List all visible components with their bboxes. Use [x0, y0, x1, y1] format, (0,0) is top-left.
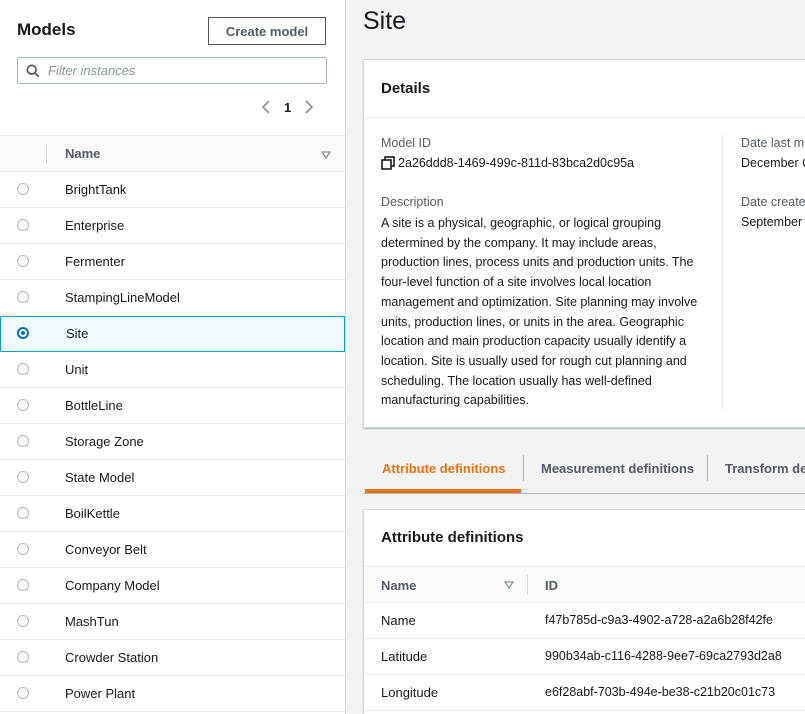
- attribute-id: f47b785d-c9a3-4902-a728-a2a6b28f42fe: [545, 613, 773, 627]
- table-row[interactable]: Longitude e6f28abf-703b-494e-be38-c21b20c…: [364, 675, 805, 711]
- list-item[interactable]: StampingLineModel: [0, 280, 345, 316]
- date-created-label: Date create: [741, 195, 805, 209]
- tabs: Attribute definitions Measurement defini…: [363, 443, 805, 494]
- radio-button[interactable]: [17, 255, 29, 267]
- radio-button[interactable]: [17, 507, 29, 519]
- models-panel: Models Create model 1 Name BrightTank Ent…: [0, 0, 346, 714]
- list-item[interactable]: State Model: [0, 460, 345, 496]
- list-item[interactable]: Storage Zone: [0, 424, 345, 460]
- description-label: Description: [381, 195, 444, 209]
- attribute-definitions-panel: Attribute definitions Name ID Name f47b78…: [363, 509, 805, 714]
- sort-down-icon[interactable]: [321, 150, 331, 160]
- details-panel: Details Model ID 2a26ddd8-1469-499c-811d…: [363, 59, 805, 428]
- list-item-label: Enterprise: [65, 218, 125, 233]
- list-item[interactable]: Site: [0, 316, 345, 352]
- create-model-button[interactable]: Create model: [208, 17, 326, 45]
- radio-button[interactable]: [17, 183, 29, 195]
- column-name-header[interactable]: Name: [65, 146, 100, 161]
- radio-button[interactable]: [17, 687, 29, 699]
- models-title: Models: [17, 20, 76, 39]
- page-number[interactable]: 1: [284, 100, 291, 115]
- list-item-label: Site: [66, 326, 89, 341]
- date-created-value: September: [741, 215, 803, 229]
- list-item[interactable]: BrightTank: [0, 172, 345, 208]
- name-column-header[interactable]: Name: [381, 578, 416, 593]
- list-item[interactable]: Company Model: [0, 568, 345, 604]
- radio-button[interactable]: [17, 651, 29, 663]
- radio-button[interactable]: [17, 579, 29, 591]
- attribute-id: e6f28abf-703b-494e-be38-c21b20c01c73: [545, 685, 776, 699]
- list-item-label: Storage Zone: [65, 434, 144, 449]
- active-tab-indicator: [365, 489, 521, 493]
- radio-button[interactable]: [17, 471, 29, 483]
- list-item[interactable]: MashTun: [0, 604, 345, 640]
- attribute-id: 990b34ab-c116-4288-9ee7-69ca2793d2a8: [545, 649, 782, 663]
- radio-button[interactable]: [17, 435, 29, 447]
- radio-button[interactable]: [17, 615, 29, 627]
- list-item[interactable]: Unit: [0, 352, 345, 388]
- list-item-label: State Model: [65, 470, 135, 485]
- model-id-value: 2a26ddd8-1469-499c-811d-83bca2d0c95a: [398, 156, 635, 170]
- radio-button[interactable]: [17, 399, 29, 411]
- list-item-label: Unit: [65, 362, 89, 377]
- list-item-label: Fermenter: [65, 254, 125, 269]
- column-divider: [46, 144, 47, 164]
- radio-button[interactable]: [17, 327, 29, 339]
- list-item[interactable]: Fermenter: [0, 244, 345, 280]
- page-title: Site: [363, 7, 407, 35]
- list-item-label: MashTun: [65, 614, 119, 629]
- date-modified-value: December C: [741, 156, 805, 170]
- list-item[interactable]: Power Plant: [0, 676, 345, 712]
- list-item-label: Company Model: [65, 578, 160, 593]
- attribute-name: Name: [381, 613, 416, 628]
- attributes-table-header: Name ID: [364, 567, 805, 603]
- radio-button[interactable]: [17, 291, 29, 303]
- list-item[interactable]: BoilKettle: [0, 496, 345, 532]
- table-row[interactable]: Latitude 990b34ab-c116-4288-9ee7-69ca2793…: [364, 639, 805, 675]
- list-item-label: Crowder Station: [65, 650, 159, 665]
- attribute-name: Longitude: [381, 685, 439, 700]
- tab-measurement-definitions[interactable]: Measurement definitions: [541, 443, 694, 493]
- list-item-label: StampingLineModel: [65, 290, 180, 305]
- list-item-label: Conveyor Belt: [65, 542, 147, 557]
- description-text: A site is a physical, geographic, or log…: [381, 216, 698, 408]
- copy-icon[interactable]: [381, 156, 395, 170]
- model-id-label: Model ID: [381, 136, 432, 150]
- list-item[interactable]: BottleLine: [0, 388, 345, 424]
- filter-field[interactable]: [17, 57, 327, 84]
- radio-button[interactable]: [17, 363, 29, 375]
- tab-attribute-definitions[interactable]: Attribute definitions: [382, 443, 506, 493]
- search-icon: [26, 63, 40, 77]
- list-item[interactable]: Crowder Station: [0, 640, 345, 676]
- date-modified-label: Date last m: [741, 136, 805, 150]
- list-item[interactable]: Enterprise: [0, 208, 345, 244]
- chevron-left-icon[interactable]: [260, 99, 272, 115]
- radio-button[interactable]: [17, 543, 29, 555]
- radio-button[interactable]: [17, 219, 29, 231]
- tab-transform-definitions[interactable]: Transform de: [725, 443, 805, 493]
- table-row[interactable]: Name f47b785d-c9a3-4902-a728-a2a6b28f42fe: [364, 603, 805, 639]
- list-item-label: BottleLine: [65, 398, 123, 413]
- list-item[interactable]: Conveyor Belt: [0, 532, 345, 568]
- attribute-name: Latitude: [381, 649, 428, 664]
- list-item-label: Power Plant: [65, 686, 136, 701]
- sort-down-icon[interactable]: [504, 580, 514, 590]
- models-list: BrightTank Enterprise Fermenter StampingLin…: [0, 172, 345, 712]
- column-divider: [722, 134, 723, 410]
- chevron-right-icon[interactable]: [303, 99, 315, 115]
- filter-input[interactable]: [48, 63, 308, 78]
- pagination: 1: [260, 98, 315, 116]
- id-column-header[interactable]: ID: [545, 578, 558, 593]
- details-heading: Details: [381, 80, 431, 97]
- attribute-definitions-heading: Attribute definitions: [381, 529, 524, 546]
- list-item-label: BoilKettle: [65, 506, 120, 521]
- table-header: Name: [0, 135, 345, 172]
- list-item-label: BrightTank: [65, 182, 127, 197]
